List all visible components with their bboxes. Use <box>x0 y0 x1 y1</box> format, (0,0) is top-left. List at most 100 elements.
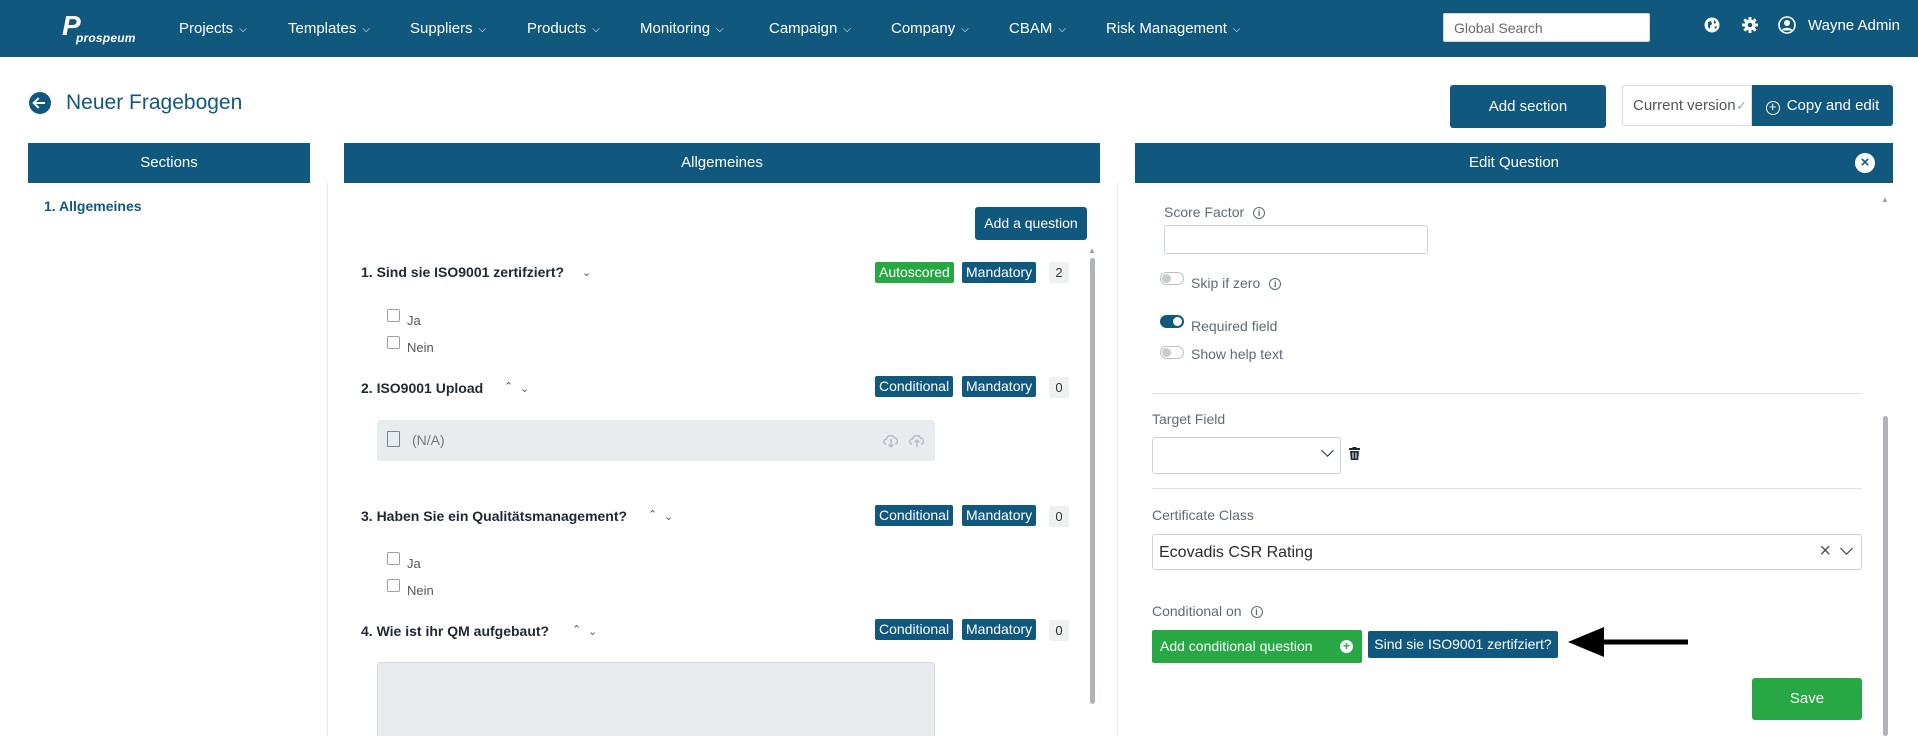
required-field-toggle[interactable] <box>1160 315 1184 328</box>
nav-label: CBAM <box>1009 20 1053 37</box>
top-navbar: P prospeum Projects ⌵ Templates ⌵ Supplier… <box>0 0 1918 57</box>
copy-and-edit-button[interactable]: + Copy and edit <box>1752 85 1893 126</box>
chevron-up-icon[interactable]: ⌃ <box>648 508 657 521</box>
cloud-upload-icon[interactable] <box>907 430 927 450</box>
button-label: Add conditional question <box>1160 638 1313 654</box>
nav-monitoring[interactable]: Monitoring ⌵ <box>640 20 724 37</box>
option-nein[interactable]: Nein <box>387 336 434 355</box>
sections-panel-header: Sections <box>28 143 310 183</box>
show-help-text-toggle[interactable] <box>1160 346 1184 359</box>
nav-suppliers[interactable]: Suppliers ⌵ <box>410 20 486 37</box>
target-field-select[interactable] <box>1152 437 1341 474</box>
score-factor-input[interactable] <box>1164 225 1428 254</box>
chevron-down-icon[interactable]: ⌄ <box>664 510 673 523</box>
chevron-down-icon: ⌵ <box>1232 24 1241 35</box>
required-field-label: Required field <box>1191 318 1278 334</box>
label-text: Score Factor <box>1164 204 1245 220</box>
nav-label: Products <box>527 20 587 37</box>
option-label: Ja <box>407 556 421 571</box>
save-button[interactable]: Save <box>1752 678 1862 720</box>
chevron-down-icon[interactable]: ⌄ <box>582 266 591 279</box>
nav-projects[interactable]: Projects ⌵ <box>179 20 247 37</box>
info-icon[interactable]: i <box>1253 207 1266 219</box>
question-title[interactable]: 2. ISO9001 Upload <box>361 380 483 396</box>
nav-label: Projects <box>179 20 234 37</box>
checkbox[interactable] <box>387 579 400 592</box>
checkbox[interactable] <box>387 552 400 565</box>
question-count: 2 <box>1049 262 1069 283</box>
add-question-button[interactable]: Add a question <box>975 207 1087 240</box>
option-label: Nein <box>407 583 434 598</box>
question-title[interactable]: 4. Wie ist ihr QM aufgebaut? <box>361 623 549 639</box>
certificate-class-select[interactable]: Ecovadis CSR Rating × <box>1152 534 1862 570</box>
nav-company[interactable]: Company ⌵ <box>891 20 969 37</box>
option-label: Ja <box>407 313 421 328</box>
autoscored-badge: Autoscored <box>875 262 954 283</box>
back-arrow-icon[interactable] <box>29 92 51 114</box>
chevron-down-icon: ⌵ <box>592 24 600 35</box>
nav-cbam[interactable]: CBAM ⌵ <box>1009 20 1066 37</box>
chevron-down-icon[interactable]: ⌄ <box>588 625 597 638</box>
panel-divider <box>1117 183 1118 736</box>
logo-text: prospeum <box>76 31 136 45</box>
close-icon[interactable]: × <box>1855 153 1875 173</box>
add-conditional-question-button[interactable]: Add conditional question + <box>1152 630 1362 663</box>
checkbox[interactable] <box>387 336 400 349</box>
clear-icon[interactable]: × <box>1819 540 1831 563</box>
option-ja[interactable]: Ja <box>387 309 421 328</box>
show-help-text-label: Show help text <box>1191 346 1283 362</box>
chevron-down-icon[interactable]: ⌄ <box>520 382 529 395</box>
label-text: Conditional on <box>1152 603 1242 619</box>
skip-if-zero-toggle[interactable] <box>1160 272 1184 285</box>
cloud-download-icon[interactable] <box>881 430 901 450</box>
chevron-down-icon <box>1840 542 1853 555</box>
conditional-question-chip[interactable]: Sind sie ISO9001 zertifziert? <box>1368 631 1558 658</box>
nav-label: Company <box>891 20 956 37</box>
nav-campaign[interactable]: Campaign ⌵ <box>769 20 851 37</box>
chevron-down-icon: ⌵ <box>478 24 487 35</box>
upload-value: (N/A) <box>412 432 445 448</box>
edit-panel-scrollbar[interactable] <box>1883 416 1888 736</box>
gear-icon[interactable] <box>1740 15 1760 35</box>
nav-risk-management[interactable]: Risk Management ⌵ <box>1106 20 1240 37</box>
question-title[interactable]: 1. Sind sie ISO9001 zertifziert? <box>361 264 564 280</box>
nav-label: Templates <box>288 20 357 37</box>
prospeum-logo[interactable]: P prospeum <box>62 12 135 46</box>
conditional-badge: Conditional <box>875 505 954 526</box>
scroll-up-icon[interactable]: ▲ <box>1881 195 1889 204</box>
divider <box>1152 488 1862 489</box>
info-icon[interactable]: i <box>1269 278 1282 290</box>
checkbox[interactable] <box>387 309 400 322</box>
user-icon[interactable] <box>1777 15 1797 35</box>
option-label: Nein <box>407 340 434 355</box>
nav-products[interactable]: Products ⌵ <box>527 20 600 37</box>
file-upload-field[interactable]: (N/A) <box>377 420 935 461</box>
option-nein[interactable]: Nein <box>387 579 434 598</box>
section-item-allgemeines[interactable]: 1. Allgemeines <box>44 198 142 214</box>
chevron-up-icon[interactable]: ⌃ <box>572 623 581 636</box>
add-section-button[interactable]: Add section <box>1450 85 1606 128</box>
answer-textarea[interactable] <box>377 662 935 736</box>
version-select[interactable]: Current version ✓ <box>1622 85 1752 126</box>
user-name[interactable]: Wayne Admin <box>1808 17 1900 34</box>
edit-question-header: Edit Question × <box>1135 143 1893 183</box>
questions-scrollbar[interactable] <box>1090 258 1095 704</box>
conditional-on-label: Conditional on i <box>1152 603 1263 619</box>
question-title[interactable]: 3. Haben Sie ein Qualitätsmanagement? <box>361 508 627 524</box>
nav-label: Monitoring <box>640 20 711 37</box>
scroll-up-icon[interactable]: ▲ <box>1088 246 1096 255</box>
divider <box>1152 393 1862 394</box>
section-panel-header: Allgemeines <box>344 143 1100 183</box>
plus-circle-icon: + <box>1340 640 1353 653</box>
trash-icon[interactable] <box>1349 447 1360 460</box>
option-ja[interactable]: Ja <box>387 552 421 571</box>
nav-label: Suppliers <box>410 20 473 37</box>
globe-icon[interactable] <box>1702 15 1722 35</box>
nav-templates[interactable]: Templates ⌵ <box>288 20 370 37</box>
panel-divider <box>327 183 328 736</box>
chevron-up-icon[interactable]: ⌃ <box>504 380 513 393</box>
check-icon: ✓ <box>1736 98 1747 113</box>
info-icon[interactable]: i <box>1250 606 1263 618</box>
global-search-input[interactable] <box>1443 13 1650 42</box>
conditional-badge: Conditional <box>875 376 954 397</box>
